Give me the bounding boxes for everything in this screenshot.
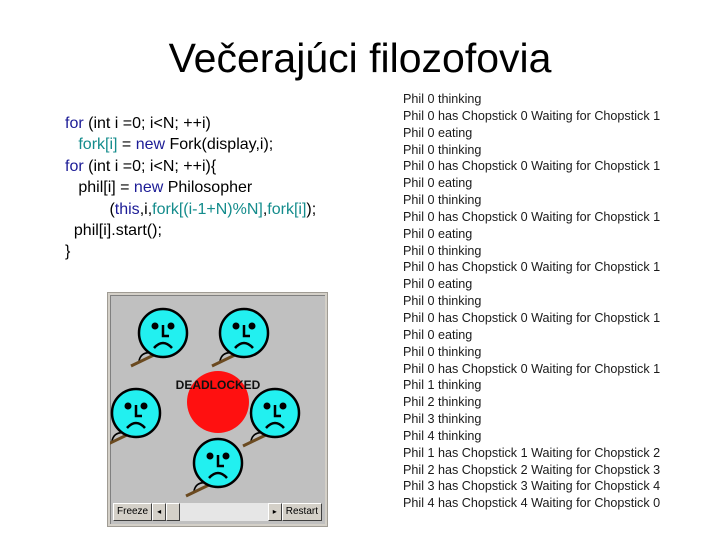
log-line: Phil 0 eating xyxy=(403,176,473,191)
code-line: fork[i] = new Fork(display,i); xyxy=(65,134,316,155)
right-eye xyxy=(222,452,230,460)
log-line: Phil 2 thinking xyxy=(403,395,482,410)
philosopher-face-4 xyxy=(185,437,244,498)
code-highlight: fork[(i-1+N)%N] xyxy=(152,200,263,218)
scroll-right-icon[interactable]: ▸ xyxy=(267,503,282,521)
code-snippet: for (int i =0; i<N; ++i) fork[i] = new F… xyxy=(65,113,316,263)
right-eye xyxy=(140,402,148,410)
right-eye xyxy=(167,322,175,330)
code-text: (int i =0; i<N; ++i){ xyxy=(83,157,217,175)
speed-slider-track[interactable] xyxy=(180,503,268,521)
log-line: Phil 0 thinking xyxy=(403,142,482,157)
log-line: Phil 0 thinking xyxy=(403,243,482,258)
left-eye xyxy=(206,452,214,460)
left-eye xyxy=(151,322,159,330)
event-log: Phil 0 thinking Phil 0 has Chopstick 0 Wa… xyxy=(403,91,660,512)
code-text: phil[i] = xyxy=(65,179,134,197)
log-line: Phil 0 has Chopstick 0 Waiting for Chops… xyxy=(403,209,661,224)
log-line: Phil 0 thinking xyxy=(403,92,482,106)
code-line: for (int i =0; i<N; ++i) xyxy=(65,113,316,134)
restart-button[interactable]: Restart xyxy=(281,503,322,521)
log-line: Phil 0 has Chopstick 0 Waiting for Chops… xyxy=(403,159,661,174)
log-line: Phil 4 has Chopstick 4 Waiting for Chops… xyxy=(403,496,661,511)
log-line: Phil 0 has Chopstick 0 Waiting for Chops… xyxy=(403,361,661,376)
code-text: (int i =0; i<N; ++i) xyxy=(83,115,211,132)
code-text: ,i, xyxy=(139,200,153,218)
code-text: ); xyxy=(306,200,317,218)
left-eye xyxy=(232,322,240,330)
log-line: Phil 1 thinking xyxy=(403,378,482,393)
code-keyword: new xyxy=(133,179,164,197)
speed-slider-thumb[interactable] xyxy=(166,503,181,521)
log-line: Phil 0 thinking xyxy=(403,193,482,208)
code-keyword: for xyxy=(65,115,84,132)
log-line: Phil 0 has Chopstick 0 Waiting for Chops… xyxy=(403,260,661,275)
log-line: Phil 0 thinking xyxy=(403,294,482,309)
code-text: phil[i].start(); xyxy=(65,222,162,240)
code-line: phil[i].start(); xyxy=(65,220,316,241)
log-line: Phil 0 eating xyxy=(403,277,473,292)
log-line: Phil 0 eating xyxy=(403,125,473,140)
freeze-button[interactable]: Freeze xyxy=(113,503,153,521)
code-keyword: this xyxy=(114,200,140,218)
slide-title: Večerajúci filozofovia xyxy=(168,35,552,81)
code-line: } xyxy=(65,241,316,262)
log-line: Phil 0 has Chopstick 0 Waiting for Chops… xyxy=(403,108,661,123)
code-text: Philosopher xyxy=(163,179,253,197)
philosopher-face-2 xyxy=(110,387,162,445)
code-text: ( xyxy=(65,200,115,218)
philosopher-face-1 xyxy=(211,307,270,368)
log-line: Phil 0 thinking xyxy=(403,344,482,359)
left-eye xyxy=(124,402,132,410)
code-text: Fork(display,i); xyxy=(165,136,274,154)
philosopher-face-0 xyxy=(130,307,189,368)
code-keyword: new xyxy=(135,136,166,154)
deadlock-label: DEADLOCKED xyxy=(176,378,261,392)
code-line: (this,i,fork[(i-1+N)%N],fork[i]); xyxy=(65,199,316,220)
scroll-left-icon[interactable]: ◂ xyxy=(152,503,167,521)
dining-philosophers-applet: DEADLOCKED Freeze ◂ ▸ Restart xyxy=(108,293,327,526)
code-keyword: for xyxy=(65,157,84,175)
left-eye xyxy=(263,402,271,410)
log-line: Phil 4 thinking xyxy=(403,428,482,443)
code-highlight: fork[i] xyxy=(78,136,118,154)
log-line: Phil 3 has Chopstick 3 Waiting for Chops… xyxy=(403,479,661,494)
log-line: Phil 0 eating xyxy=(403,327,473,342)
right-eye xyxy=(248,322,256,330)
log-line: Phil 0 eating xyxy=(403,226,473,241)
log-line: Phil 1 has Chopstick 1 Waiting for Chops… xyxy=(403,445,661,460)
log-line: Phil 0 has Chopstick 0 Waiting for Chops… xyxy=(403,310,661,325)
right-eye xyxy=(279,402,287,410)
applet-canvas: DEADLOCKED xyxy=(110,307,301,498)
code-text: } xyxy=(65,243,71,261)
code-highlight: fork[i] xyxy=(267,200,307,218)
philosopher-face-3 xyxy=(242,387,301,448)
code-line: for (int i =0; i<N; ++i){ xyxy=(65,156,316,177)
log-line: Phil 3 thinking xyxy=(403,412,482,427)
applet-controls: Freeze ◂ ▸ Restart xyxy=(113,503,322,521)
code-line: phil[i] = new Philosopher xyxy=(65,177,316,198)
log-line: Phil 2 has Chopstick 2 Waiting for Chops… xyxy=(403,462,661,477)
code-text: = xyxy=(117,136,136,154)
